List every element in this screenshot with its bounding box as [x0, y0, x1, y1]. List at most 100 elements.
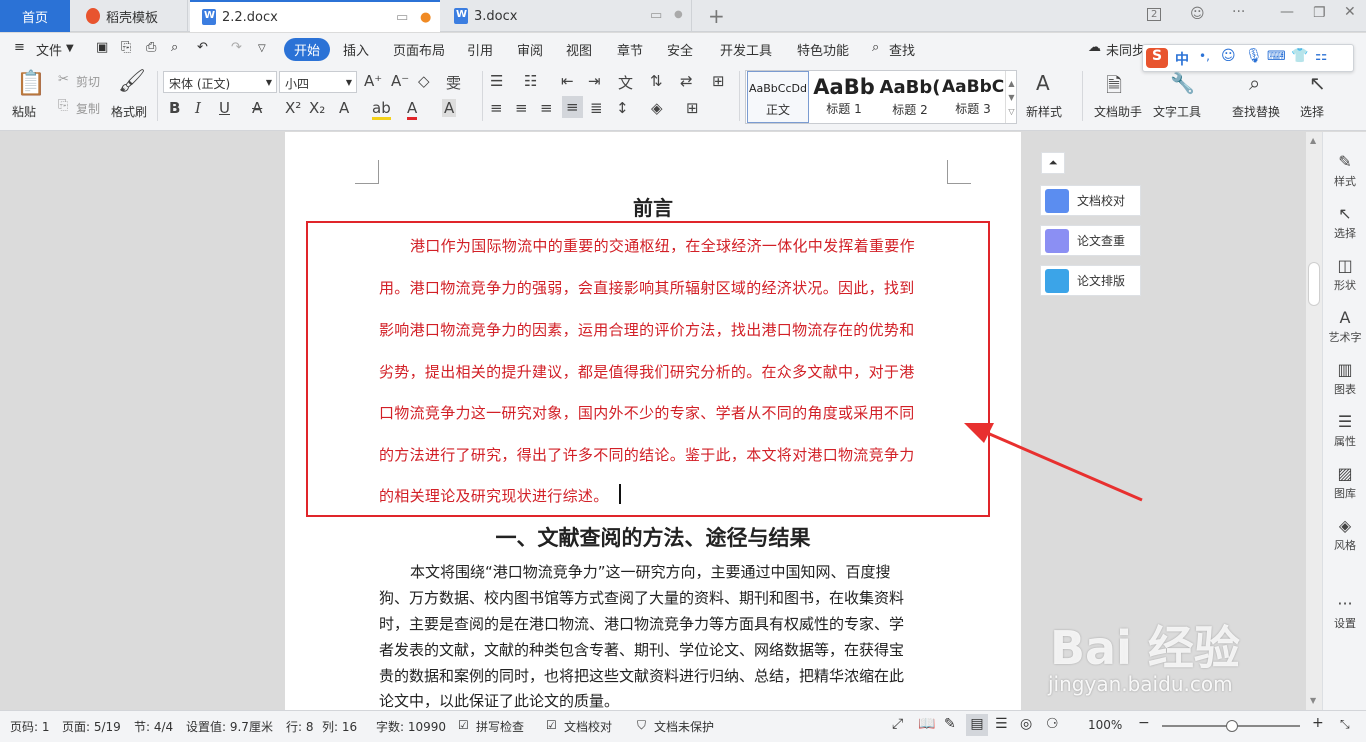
outline-view-icon[interactable]: ☰	[995, 716, 1008, 732]
pane-shape[interactable]: ◫ 形状	[1323, 256, 1366, 293]
phonetic-icon[interactable]: 雯	[446, 72, 461, 93]
side-thesis-layout[interactable]: 论文排版	[1040, 265, 1141, 296]
bold-icon[interactable]: B	[169, 99, 180, 117]
numbered-list-icon[interactable]: ☷	[524, 72, 537, 90]
tab-template[interactable]: 稻壳模板	[70, 0, 188, 32]
chevron-down-icon[interactable]: ▼	[66, 43, 74, 54]
menu-file[interactable]: 文件	[36, 40, 62, 59]
tab-doc-3[interactable]: 3.docx ▭ ●	[442, 0, 692, 32]
pane-wordart[interactable]: A 艺术字	[1323, 308, 1366, 345]
font-color-icon[interactable]: A	[407, 99, 418, 120]
window-count-badge[interactable]: 2	[1147, 8, 1162, 21]
save-icon[interactable]: ▣	[96, 40, 108, 55]
search-icon[interactable]: ⌕	[872, 40, 879, 55]
emoji-icon[interactable]: ☺	[1221, 48, 1236, 64]
subscript-icon[interactable]: X₂	[309, 99, 325, 117]
toolbox-icon[interactable]: ⚏	[1315, 48, 1328, 64]
align-right-icon[interactable]: ≡	[540, 99, 553, 117]
italic-icon[interactable]: I	[195, 99, 201, 117]
status-section[interactable]: 节: 4/4	[134, 718, 173, 735]
monitor-icon[interactable]: ▭	[396, 10, 408, 25]
print-preview-icon[interactable]: ⌕	[171, 40, 178, 55]
align-left-icon[interactable]: ≡	[490, 99, 503, 117]
bullet-list-icon[interactable]: ☰	[490, 72, 503, 90]
fullscreen-icon[interactable]: ⤢	[892, 716, 903, 732]
grow-font-icon[interactable]: A⁺	[364, 72, 382, 90]
fit-page-icon[interactable]: ⤡	[1340, 717, 1350, 732]
menu-start[interactable]: 开始	[284, 38, 331, 61]
read-mode-icon[interactable]: 📖	[918, 716, 935, 732]
sogou-logo-icon[interactable]: S	[1146, 48, 1168, 68]
find-replace-button[interactable]: 查找替换	[1232, 103, 1280, 120]
font-name-select[interactable]: 宋体 (正文) ▼	[163, 71, 277, 93]
format-painter-button[interactable]: 格式刷	[111, 103, 147, 120]
underline-icon[interactable]: U	[219, 99, 230, 117]
pane-properties[interactable]: ☰ 属性	[1323, 412, 1366, 449]
menu-search[interactable]: 查找	[889, 40, 915, 59]
style-heading-3[interactable]: AaBbC 标题 3	[942, 71, 1004, 123]
select-button[interactable]: 选择	[1300, 103, 1324, 120]
cloud-sync-icon[interactable]: ☁	[1088, 40, 1101, 55]
superscript-icon[interactable]: X²	[285, 99, 301, 117]
table-borders-icon[interactable]: ⊞	[712, 72, 725, 90]
close-icon[interactable]: ✕	[1344, 4, 1356, 20]
tab-home[interactable]: 首页	[0, 0, 70, 32]
vertical-scrollbar[interactable]: ▲ ▼	[1306, 132, 1322, 710]
menu-developer[interactable]: 开发工具	[720, 40, 772, 59]
chinese-layout-icon[interactable]: 文	[618, 72, 633, 93]
text-effect-icon[interactable]: A	[339, 99, 349, 117]
restore-icon[interactable]: ❐	[1313, 5, 1326, 21]
increase-indent-icon[interactable]: ⇥	[588, 72, 601, 90]
copy-icon[interactable]: ⎘	[58, 98, 68, 113]
cut-button[interactable]: 剪切	[76, 73, 100, 90]
menu-view[interactable]: 视图	[566, 40, 592, 59]
menu-reference[interactable]: 引用	[467, 40, 493, 59]
status-col[interactable]: 列: 16	[322, 718, 357, 735]
ime-lang[interactable]: 中	[1175, 49, 1189, 69]
justify-icon[interactable]: ≡	[562, 96, 583, 118]
scroll-thumb[interactable]	[1308, 262, 1320, 306]
keyboard-icon[interactable]: ⌨	[1267, 49, 1286, 64]
style-heading-2[interactable]: AaBb(标题 2	[878, 71, 942, 123]
decrease-indent-icon[interactable]: ⇤	[561, 72, 574, 90]
status-words[interactable]: 字数: 10990	[376, 718, 446, 735]
border-icon[interactable]: ⊞	[686, 99, 699, 117]
distribute-icon[interactable]: ≣	[590, 99, 603, 117]
zoom-in-icon[interactable]: +	[1312, 715, 1324, 731]
microphone-icon[interactable]: 🎙	[1245, 48, 1263, 64]
style-normal[interactable]: AaBbCcDd 正文	[747, 71, 809, 123]
export-pdf-icon[interactable]: ⎘	[121, 40, 131, 55]
side-plagiarism-check[interactable]: 论文查重	[1040, 225, 1141, 256]
menu-chapter[interactable]: 章节	[617, 40, 643, 59]
status-page-num[interactable]: 页码: 1	[10, 718, 50, 735]
char-shading-icon[interactable]: A	[442, 99, 457, 117]
highlight-icon[interactable]: ab	[372, 99, 391, 120]
font-size-select[interactable]: 小四 ▼	[279, 71, 357, 93]
scroll-up-icon[interactable]: ▲	[1310, 136, 1316, 145]
status-spellcheck[interactable]: 拼写检查	[476, 718, 524, 735]
style-heading-1[interactable]: AaBb 标题 1	[812, 71, 876, 123]
pane-chart[interactable]: ▥ 图表	[1323, 360, 1366, 397]
shrink-font-icon[interactable]: A⁻	[391, 72, 409, 90]
pane-style[interactable]: ✎ 样式	[1323, 152, 1366, 189]
scroll-down-icon[interactable]: ▼	[1310, 696, 1316, 705]
pane-settings[interactable]: ··· 设置	[1323, 594, 1366, 631]
document-page[interactable]: 前言 港口作为国际物流中的重要的交通枢纽，在全球经济一体化中发挥着重要作 用。港…	[285, 132, 1021, 710]
status-protect[interactable]: 文档未保护	[654, 718, 714, 735]
sync-status[interactable]: 未同步	[1106, 40, 1145, 59]
cut-icon[interactable]: ✂	[58, 72, 69, 87]
pane-select[interactable]: ↖ 选择	[1323, 204, 1366, 241]
collapse-panel-button[interactable]: ⏶	[1041, 152, 1065, 174]
status-setting[interactable]: 设置值: 9.7厘米	[186, 718, 273, 735]
sort-icon[interactable]: ⇅	[650, 72, 663, 90]
align-center-icon[interactable]: ≡	[515, 99, 528, 117]
zoom-out-icon[interactable]: −	[1138, 715, 1150, 731]
wrench-icon[interactable]: 🔧	[1170, 71, 1195, 95]
doc-assistant-button[interactable]: 文档助手	[1094, 103, 1142, 120]
side-doc-proof[interactable]: 文档校对	[1040, 185, 1141, 216]
skin-icon[interactable]: 👕	[1291, 48, 1308, 64]
punctuation-icon[interactable]: •,	[1199, 49, 1210, 63]
zoom-level[interactable]: 100%	[1088, 718, 1122, 732]
redo-icon[interactable]: ↷	[231, 40, 242, 55]
pane-theme[interactable]: ◈ 风格	[1323, 516, 1366, 553]
